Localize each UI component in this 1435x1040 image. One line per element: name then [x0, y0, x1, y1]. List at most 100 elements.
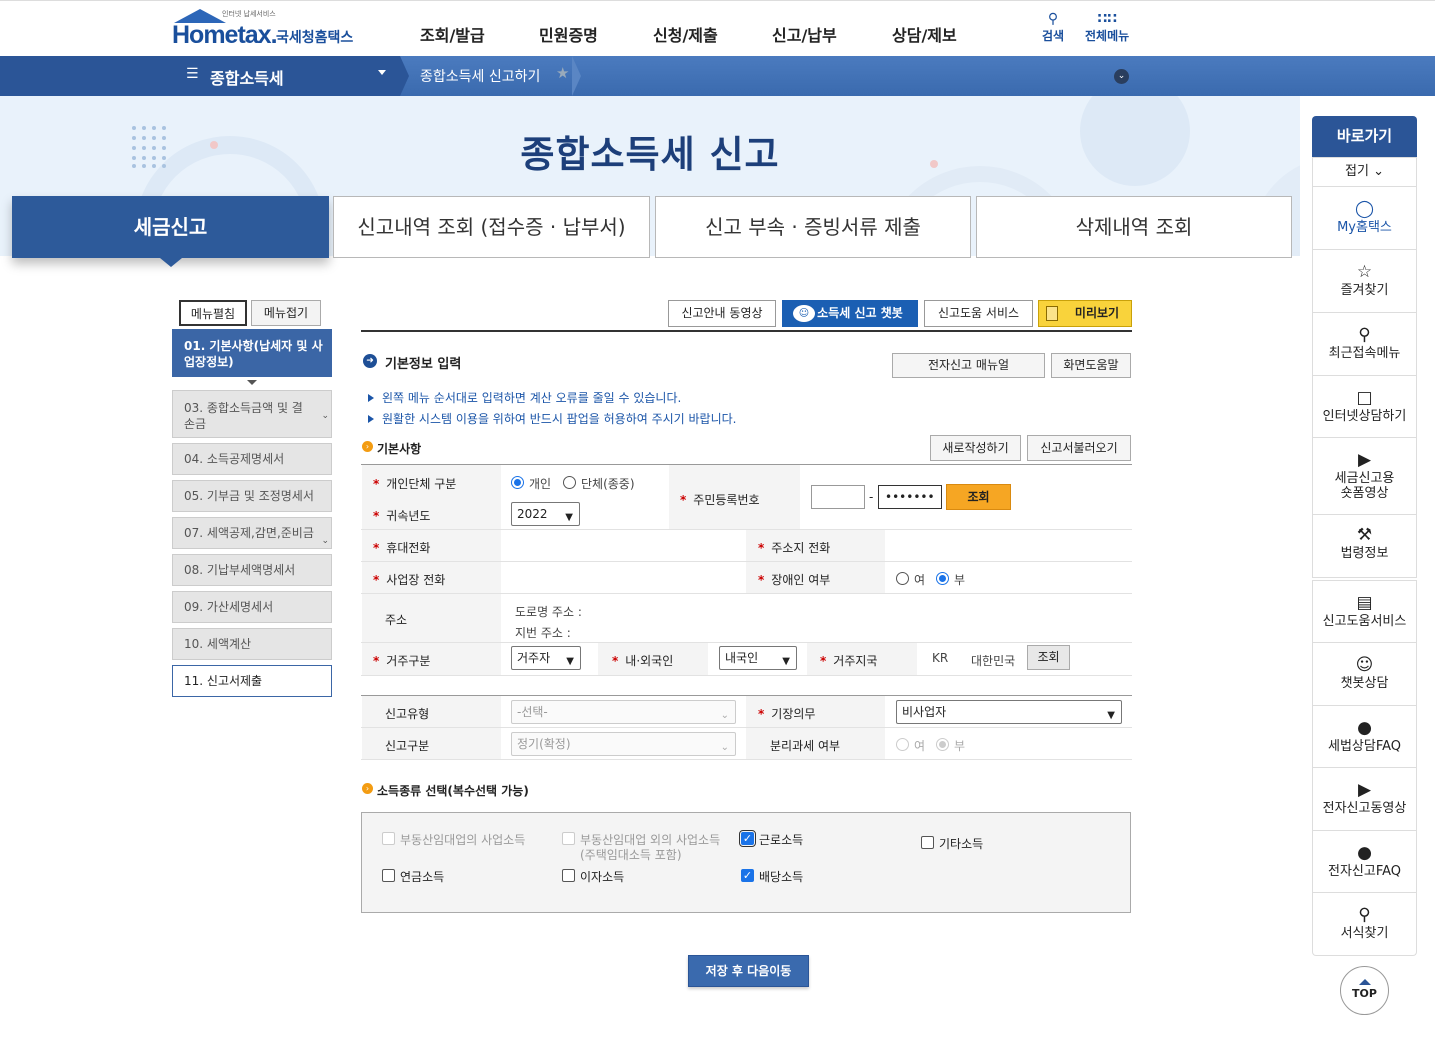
quick-efiling-video[interactable]: ▶ 전자신고동영상: [1312, 768, 1417, 831]
left-menu-item-07[interactable]: 07. 세액공제,감면,준비금 ⌄: [172, 517, 332, 549]
tab-deleted-history[interactable]: 삭제내역 조회: [976, 196, 1292, 258]
left-menu-label: 05. 기부금 및 조정명세서: [184, 489, 314, 503]
bookkeeping-label: * 기장의무: [758, 707, 816, 721]
left-menu-item-03[interactable]: 03. 종합소득금액 및 결손금 ⌄: [172, 390, 332, 438]
residence-label: * 거주구분: [373, 654, 431, 668]
save-next-button[interactable]: 저장 후 다음이동: [688, 955, 809, 987]
non-rental-business-checkbox[interactable]: [562, 832, 575, 845]
quick-favorites[interactable]: ☆ 즐겨찾기: [1312, 250, 1417, 313]
nationality-select[interactable]: 내국인 ▼: [719, 646, 797, 670]
grid-icon: ∷∷: [1097, 11, 1117, 27]
new-write-button[interactable]: 새로작성하기: [930, 435, 1021, 461]
income-title: 소득종류 선택(복수선택 가능): [377, 784, 529, 798]
quick-menu-fold-button[interactable]: 접기 ⌄: [1312, 157, 1417, 187]
expand-location-icon[interactable]: ⌄: [1114, 69, 1129, 84]
nationality-label: * 내·외국인: [612, 654, 674, 668]
left-menu-item-10[interactable]: 10. 세액계산: [172, 628, 332, 660]
chatbot-label: 소득세 신고 챗봇: [817, 306, 903, 320]
other-income-checkbox[interactable]: [921, 836, 934, 849]
speech-bubble-icon: ●: [1357, 718, 1372, 738]
dividend-income-checkbox[interactable]: ✓: [741, 869, 754, 882]
rrn-label: * 주민등록번호: [680, 493, 760, 507]
rental-business-checkbox[interactable]: [382, 832, 395, 845]
all-menu-button[interactable]: ∷∷ 전체메뉴: [1085, 11, 1129, 44]
earned-income-checkbox[interactable]: ✓: [739, 830, 756, 847]
left-menu-item-09[interactable]: 09. 가산세명세서: [172, 591, 332, 623]
disabled-yes-label: 여: [914, 573, 926, 587]
hometax-logo[interactable]: 인터넷 납세서비스 Hometax. 국세청홈택스: [172, 9, 357, 51]
chevron-down-icon: ⌄: [321, 526, 329, 548]
rrn-back-input[interactable]: •••••••: [878, 485, 942, 509]
book-icon: ▤: [1356, 593, 1373, 613]
subsection-bullet-icon: ›: [362, 441, 373, 452]
preview-button[interactable]: 미리보기: [1038, 300, 1132, 327]
quick-efiling-faq[interactable]: ● 전자신고FAQ: [1312, 831, 1417, 893]
logo-text: Hometax.: [172, 21, 278, 49]
dividend-income-label: 배당소득: [759, 870, 804, 884]
quick-tax-law-faq[interactable]: ● 세법상담FAQ: [1312, 706, 1417, 768]
menu-collapse-button[interactable]: 메뉴접기: [251, 300, 321, 326]
person-individual-radio[interactable]: [511, 476, 524, 489]
menu-selector[interactable]: ☰ 종합소득세: [0, 56, 400, 96]
left-menu-item-11[interactable]: 11. 신고서제출: [172, 665, 332, 697]
favorite-star-icon[interactable]: ★: [556, 64, 569, 82]
year-select[interactable]: 2022 ▼: [511, 502, 580, 526]
bookkeeping-select[interactable]: 비사업자 ▼: [896, 700, 1122, 724]
menu-expand-button[interactable]: 메뉴펼침: [179, 300, 247, 326]
income-type-box: [361, 812, 1131, 913]
quick-recent-menu[interactable]: ⚲ 최근접속메뉴: [1312, 313, 1417, 376]
tab-attachment-submit[interactable]: 신고 부속 · 증빙서류 제출: [655, 196, 971, 258]
disabled-yes-radio[interactable]: [896, 572, 909, 585]
report-category-select[interactable]: 정기(확정) ⌄: [511, 732, 736, 756]
chatbot-button[interactable]: ☺ 소득세 신고 챗봇: [782, 300, 918, 327]
rrn-lookup-button[interactable]: 조회: [946, 484, 1011, 510]
interest-income-checkbox[interactable]: [562, 869, 575, 882]
quick-shortform-video[interactable]: ▶ 세금신고용 숏폼영상: [1312, 438, 1417, 515]
quick-help-service[interactable]: ▤ 신고도움서비스: [1312, 580, 1417, 643]
separate-yes-radio[interactable]: [896, 738, 909, 751]
guide-video-button[interactable]: 신고안내 동영상: [668, 300, 776, 327]
pension-income-checkbox[interactable]: [382, 869, 395, 882]
manual-button[interactable]: 전자신고 매뉴얼: [892, 353, 1045, 378]
left-menu-label: 04. 소득공제명세서: [184, 452, 285, 466]
nav-consult[interactable]: 상담/제보: [892, 22, 957, 46]
bullet-arrow-icon: [368, 415, 374, 423]
nav-report-payment[interactable]: 신고/납부: [772, 22, 837, 46]
chevron-down-icon: ⌄: [321, 411, 329, 421]
left-menu-item-04[interactable]: 04. 소득공제명세서: [172, 443, 332, 475]
person-type-label: * 개인단체 구분: [373, 477, 457, 491]
quick-online-consult[interactable]: □ 인터넷상담하기: [1312, 376, 1417, 438]
scroll-top-button[interactable]: TOP: [1340, 966, 1389, 1015]
rrn-front-input[interactable]: [811, 485, 865, 509]
quick-chatbot[interactable]: ☺ 챗봇상담: [1312, 643, 1417, 706]
help-service-button[interactable]: 신고도움 서비스: [924, 300, 1033, 327]
left-menu-item-01[interactable]: 01. 기본사항(납세자 및 사업장정보): [172, 329, 332, 377]
country-lookup-button[interactable]: 조회: [1027, 645, 1070, 670]
quick-menu: 바로가기 접기 ⌄ ◯ My홈택스 ☆ 즐겨찾기 ⚲ 최근접속메뉴 □ 인터넷상담하기 …: [1312, 116, 1417, 956]
search-label: 검색: [1042, 29, 1065, 43]
disabled-no-radio[interactable]: [936, 572, 949, 585]
quick-my-hometax[interactable]: ◯ My홈택스: [1312, 187, 1417, 250]
home-phone-label: * 주소지 전화: [758, 541, 831, 555]
tab-report-history[interactable]: 신고내역 조회 (접수증 · 납부서): [333, 196, 650, 258]
nav-inquiry[interactable]: 조회/발급: [420, 22, 485, 46]
person-group-radio[interactable]: [563, 476, 576, 489]
tab-tax-report[interactable]: 세금신고: [12, 196, 329, 258]
nav-application[interactable]: 신청/제출: [653, 22, 718, 46]
left-menu-item-05[interactable]: 05. 기부금 및 조정명세서: [172, 480, 332, 512]
report-type-select[interactable]: -선택- ⌄: [511, 700, 736, 724]
rental-business-label: 부동산임대업의 사업소득: [400, 833, 526, 847]
location-bar: ☰ 종합소득세 종합소득세 신고하기 ★ ⌄: [0, 56, 1435, 96]
biz-phone-label: * 사업장 전화: [373, 573, 446, 587]
search-button[interactable]: ⚲ 검색: [1042, 11, 1064, 44]
screen-help-button[interactable]: 화면도움말: [1051, 353, 1131, 378]
nav-certificate[interactable]: 민원증명: [539, 22, 598, 46]
left-menu-item-08[interactable]: 08. 기납부세액명세서: [172, 554, 332, 586]
chevron-down-icon: ⌄: [720, 742, 729, 753]
separate-no-radio[interactable]: [936, 738, 949, 751]
quick-form-search[interactable]: ⚲ 서식찾기: [1312, 893, 1417, 956]
quick-law-info[interactable]: ⚒ 법령정보: [1312, 515, 1417, 578]
mobile-label: * 휴대전화: [373, 541, 431, 555]
residence-select[interactable]: 거주자 ▼: [511, 646, 581, 670]
load-report-button[interactable]: 신고서불러오기: [1027, 435, 1131, 461]
